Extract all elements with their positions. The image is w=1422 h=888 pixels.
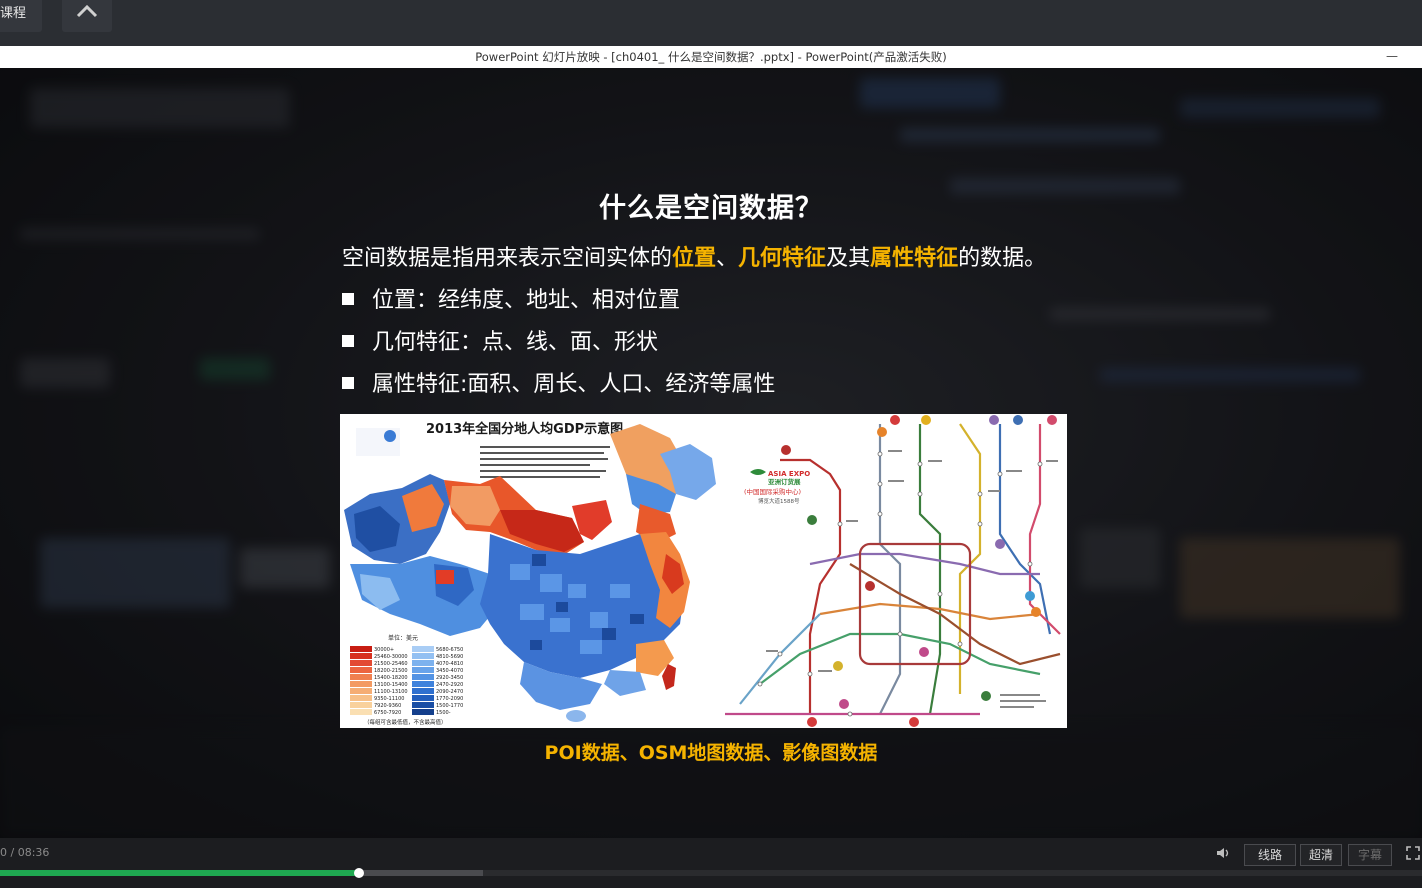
legend-swatch [350, 702, 372, 708]
legend-swatch [350, 660, 372, 666]
bullet-text: 几何特征：点、线、面、形状 [372, 330, 659, 355]
course-button[interactable]: 课程 [0, 0, 42, 32]
minimize-button[interactable]: — [1386, 46, 1398, 66]
legend-label: 2090-2470 [436, 689, 463, 695]
legend-swatch [350, 695, 372, 701]
legend-label: 25460-30000 [374, 654, 408, 660]
definition-part-4: 的数据。 [958, 246, 1047, 271]
fullscreen-icon[interactable] [1406, 846, 1420, 860]
bullet-position: 位置：经纬度、地址、相对位置 [342, 282, 680, 314]
legend-swatch [350, 653, 372, 659]
progress-handle[interactable] [354, 868, 365, 878]
progress-played [0, 870, 360, 876]
legend-label: 18200-21500 [374, 668, 408, 674]
legend-label: 4810-5690 [436, 654, 463, 660]
bullet-text: 位置：经纬度、地址、相对位置 [372, 288, 681, 313]
legend-swatch [350, 681, 372, 687]
legend-label: 2920-3450 [436, 675, 463, 681]
legend-swatch [412, 709, 434, 715]
map-title: 2013年全国分地人均GDP示意图 [426, 421, 623, 437]
legend-swatch [350, 674, 372, 680]
legend-label: 3450-4070 [436, 668, 463, 674]
legend-label: 9350-11100 [374, 696, 404, 702]
legend-swatch [412, 702, 434, 708]
legend-right: 5680-67504810-56904070-48103450-40702920… [412, 646, 463, 716]
expo-logo-icon [750, 469, 766, 475]
highlight-attribute: 属性特征 [870, 246, 959, 271]
window-title-bar: PowerPoint 幻灯片放映 - [ch0401_ 什么是空间数据？.ppt… [0, 46, 1422, 68]
bullet-square-icon [342, 293, 354, 305]
highlight-position: 位置 [672, 246, 717, 271]
map-logo-icon [384, 430, 396, 442]
legend-swatch [412, 653, 434, 659]
legend-label: 4070-4810 [436, 661, 463, 667]
legend-label: 1500- [436, 710, 451, 716]
legend-label: 13100-15400 [374, 682, 408, 688]
definition-text: 空间数据是指用来表示空间实体的位置、几何特征及其属性特征的数据。 [342, 240, 1046, 272]
legend-swatch [350, 667, 372, 673]
legend-swatch [412, 681, 434, 687]
legend-label: 2470-2920 [436, 682, 463, 688]
legend-note: （每组可含最低值，不含最高值） [364, 718, 447, 726]
bullet-square-icon [342, 377, 354, 389]
quality-button[interactable]: 超清 [1300, 844, 1342, 866]
bullet-text: 属性特征:面积、周长、人口、经济等属性 [372, 372, 776, 397]
slide-figure: 2013年全国分地人均GDP示意图 单位：美元 30000+ 25460-300… [340, 414, 1067, 728]
expo-line1: ASIA EXPO [768, 470, 810, 478]
definition-part-2: 、 [716, 246, 739, 271]
legend-swatch [350, 688, 372, 694]
bullet-square-icon [342, 335, 354, 347]
subtitle-button[interactable]: 字幕 [1348, 844, 1392, 866]
window-title: PowerPoint 幻灯片放映 - [ch0401_ 什么是空间数据？.ppt… [475, 50, 947, 64]
legend-swatch [412, 695, 434, 701]
legend-label: 5680-6750 [436, 647, 463, 653]
legend-label: 15400-18200 [374, 675, 408, 681]
figure-caption: POI数据、OSM地图数据、影像图数据 [544, 742, 878, 764]
player-controls: 0 / 08:36 线路 超清 字幕 [0, 838, 1422, 888]
collapse-button[interactable] [62, 0, 112, 32]
gdp-map: 2013年全国分地人均GDP示意图 单位：美元 30000+25460-3000… [344, 421, 716, 726]
legend-unit: 单位：美元 [388, 634, 418, 642]
legend-label: 21500-25460 [374, 661, 408, 667]
course-top-bar: 课程 [0, 0, 1422, 46]
legend-label: 1770-2090 [436, 696, 463, 702]
legend-label: 11100-13100 [374, 689, 408, 695]
slide-title: 什么是空间数据？ [599, 193, 823, 224]
bullet-geometry: 几何特征：点、线、面、形状 [342, 324, 658, 356]
time-display: 0 / 08:36 [0, 846, 50, 859]
chevron-up-icon [76, 4, 98, 18]
legend-label: 6750-7920 [374, 710, 401, 716]
progress-bar[interactable] [0, 868, 1422, 878]
route-button[interactable]: 线路 [1244, 844, 1296, 866]
legend-swatch [350, 709, 372, 715]
legend-label: 1500-1770 [436, 703, 463, 709]
expo-logo: ASIA EXPO 亚洲订货展 (中国国际采购中心) 博览大道1588号 [744, 469, 810, 505]
legend-swatch [350, 646, 372, 652]
bullet-attribute: 属性特征:面积、周长、人口、经济等属性 [342, 366, 775, 398]
legend-swatch [412, 674, 434, 680]
legend-swatch [412, 646, 434, 652]
highlight-geometry: 几何特征 [738, 246, 827, 271]
subway-map: ASIA EXPO 亚洲订货展 (中国国际采购中心) 博览大道1588号 [725, 415, 1061, 727]
slide: 什么是空间数据？ 空间数据是指用来表示空间实体的位置、几何特征及其属性特征的数据… [0, 68, 1422, 838]
speaker-icon[interactable] [1216, 846, 1232, 860]
expo-line3: (中国国际采购中心) [744, 487, 801, 496]
legend-label: 7920-9360 [374, 703, 401, 709]
legend-swatch [412, 688, 434, 694]
legend-swatch [412, 667, 434, 673]
expo-line2: 亚洲订货展 [768, 477, 801, 486]
legend-label: 30000+ [374, 647, 394, 653]
course-label: 课程 [0, 6, 27, 21]
definition-part-1: 空间数据是指用来表示空间实体的 [342, 246, 673, 271]
legend-swatch [412, 660, 434, 666]
legend-left: 30000+25460-3000021500-2546018200-215001… [350, 646, 408, 716]
definition-part-3: 及其 [826, 246, 871, 271]
expo-line4: 博览大道1588号 [758, 497, 800, 505]
